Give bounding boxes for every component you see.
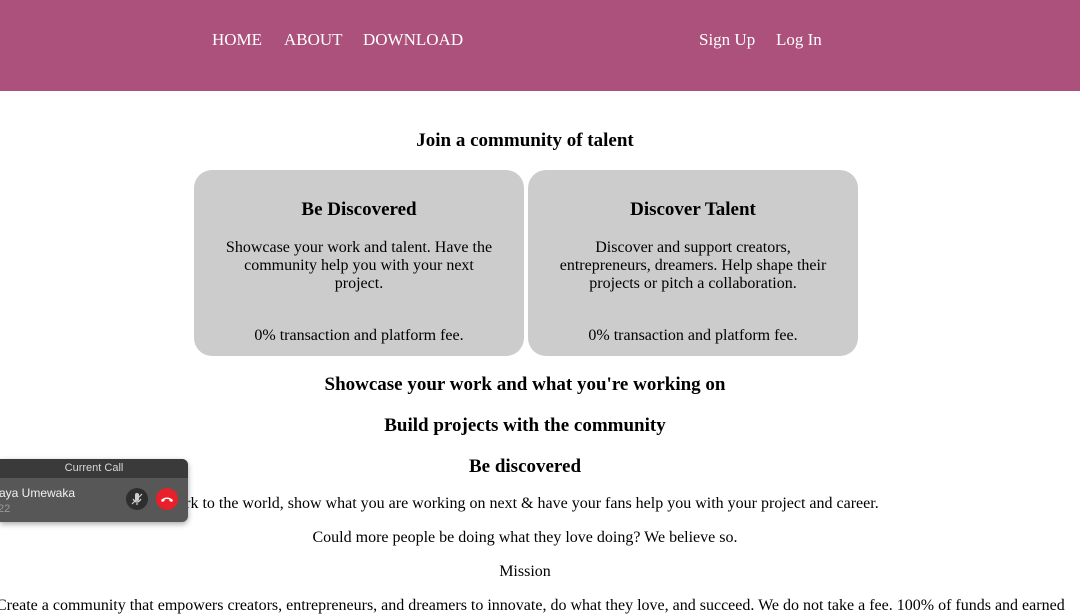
card-description: Showcase your work and talent. Have the …	[225, 239, 493, 292]
current-call-widget: Current Call aya Umewaka 22	[0, 459, 188, 522]
top-nav-bar: HOME ABOUT DOWNLOAD Sign Up Log In	[0, 0, 1080, 91]
sign-up-link[interactable]: Sign Up	[699, 30, 755, 50]
nav-home-link[interactable]: HOME	[212, 30, 262, 50]
mic-off-icon	[131, 493, 143, 505]
card-title: Discover Talent	[630, 199, 756, 220]
be-discovered-card: Be Discovered Showcase your work and tal…	[194, 170, 524, 356]
caller-name: aya Umewaka	[0, 486, 76, 500]
call-duration: 22	[0, 503, 11, 515]
mission-label: Mission	[499, 563, 551, 580]
mute-button[interactable]	[126, 488, 148, 510]
discover-talent-card: Discover Talent Discover and support cre…	[528, 170, 858, 356]
mission-text: Create a community that empowers creator…	[0, 597, 1065, 614]
join-community-heading: Join a community of talent	[416, 130, 634, 151]
showcase-heading: Showcase your work and what you're worki…	[324, 374, 726, 395]
card-fee-text: 0% transaction and platform fee.	[588, 327, 798, 344]
nav-download-link[interactable]: DOWNLOAD	[363, 30, 463, 50]
phone-hangup-icon	[161, 497, 173, 502]
question-paragraph: Could more people be doing what they lov…	[312, 529, 738, 546]
card-title: Be Discovered	[301, 199, 417, 220]
call-header: Current Call	[0, 459, 188, 478]
nav-about-link[interactable]: ABOUT	[284, 30, 343, 50]
card-fee-text: 0% transaction and platform fee.	[254, 327, 464, 344]
build-projects-heading: Build projects with the community	[384, 415, 666, 436]
card-description: Discover and support creators, entrepren…	[559, 239, 827, 292]
log-in-link[interactable]: Log In	[776, 30, 822, 50]
hang-up-button[interactable]	[156, 488, 178, 510]
